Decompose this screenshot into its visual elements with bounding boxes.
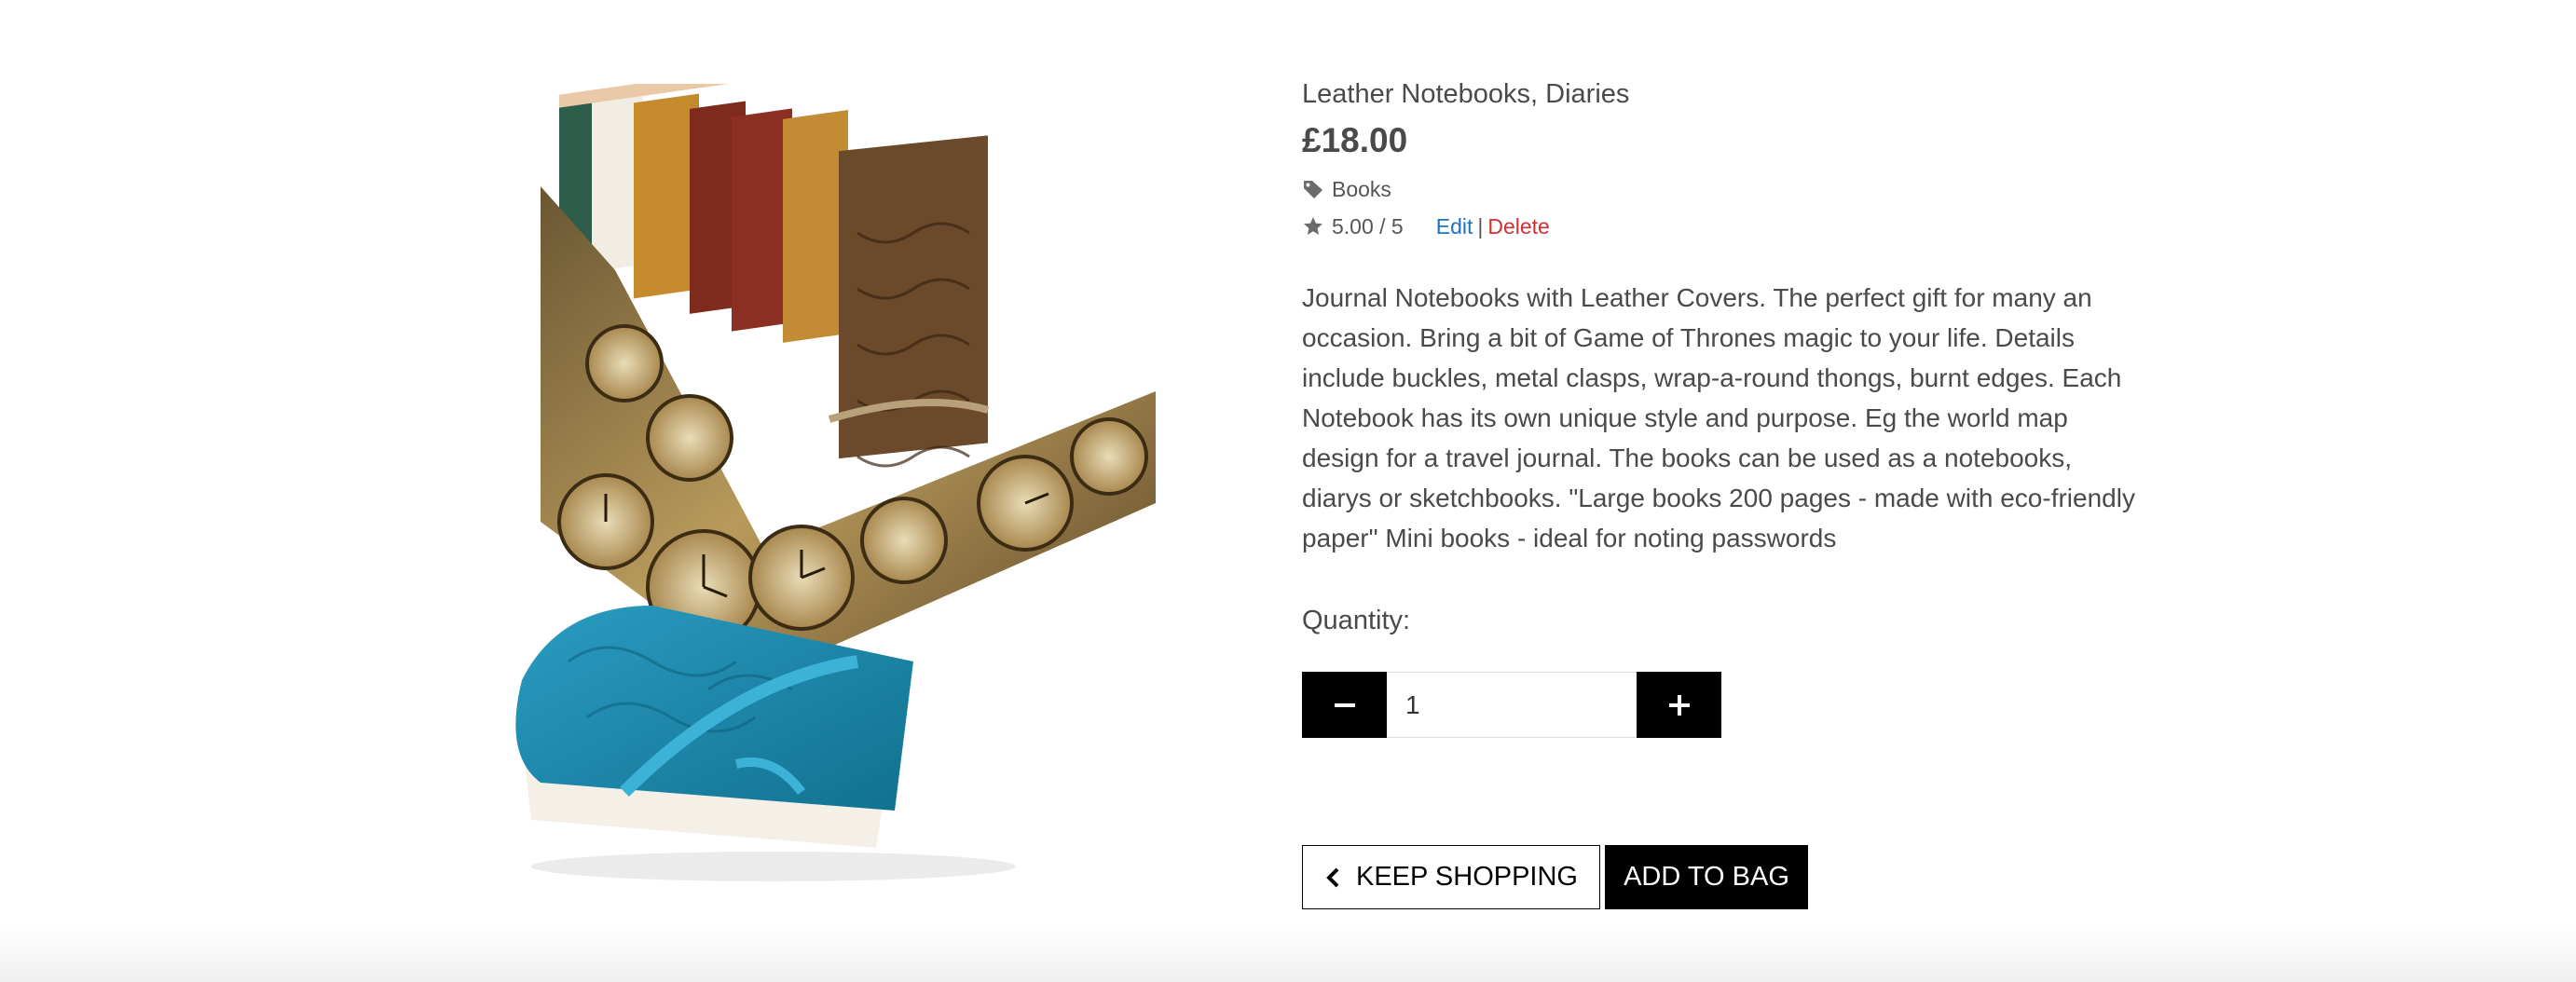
- add-to-bag-button[interactable]: Add to Bag: [1605, 845, 1808, 909]
- link-separator: |: [1477, 213, 1484, 239]
- product-category[interactable]: Books: [1302, 175, 2141, 203]
- quantity-stepper: [1302, 672, 1721, 738]
- delete-link[interactable]: Delete: [1487, 214, 1549, 239]
- add-to-bag-label: Add to Bag: [1624, 862, 1789, 892]
- product-description: Journal Notebooks with Leather Covers. T…: [1302, 283, 2135, 552]
- chevron-left-icon: [1326, 867, 1339, 887]
- bottom-shadow: [0, 926, 2576, 982]
- keep-shopping-label: Keep Shopping: [1356, 862, 1578, 892]
- increment-button[interactable]: [1637, 672, 1721, 738]
- product-image: [503, 84, 1156, 885]
- quantity-input[interactable]: [1387, 672, 1637, 738]
- rating-value: 5.00 / 5: [1332, 213, 1404, 239]
- decrement-button[interactable]: [1302, 672, 1387, 738]
- minus-icon: [1334, 702, 1355, 707]
- rating-row: 5.00 / 5 Edit | Delete: [1302, 212, 2141, 240]
- product-price: £18.00: [1302, 121, 1408, 159]
- product-detail-page: Leather Notebooks, Diaries £18.00 Books …: [0, 0, 2576, 982]
- product-name: Leather Notebooks, Diaries: [1302, 79, 1630, 109]
- action-buttons: Keep Shopping Add to Bag: [1302, 845, 1808, 909]
- edit-link[interactable]: Edit: [1436, 214, 1473, 239]
- quantity-label: Quantity:: [1302, 606, 1411, 635]
- keep-shopping-button[interactable]: Keep Shopping: [1302, 845, 1600, 909]
- tag-icon: [1304, 181, 1322, 198]
- plus-icon: [1668, 694, 1690, 716]
- product-details: Leather Notebooks, Diaries £18.00 Books …: [1302, 73, 2141, 584]
- category-label: Books: [1332, 176, 1391, 201]
- star-icon: [1304, 217, 1322, 235]
